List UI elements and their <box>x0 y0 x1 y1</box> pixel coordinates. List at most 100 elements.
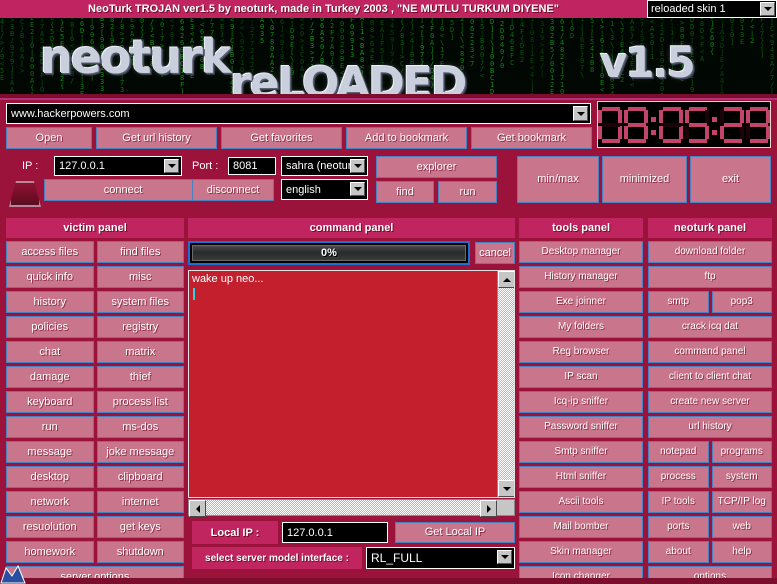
minimized-button[interactable]: minimized <box>602 156 687 203</box>
server-model-dropdown[interactable]: RL_FULL <box>366 547 515 569</box>
ip-label: IP : <box>22 160 39 172</box>
neoturk-button-ports[interactable]: ports <box>648 516 709 538</box>
victim-button-keyboard[interactable]: keyboard <box>6 391 94 413</box>
ip-input[interactable]: 127.0.0.1 <box>54 156 182 176</box>
victim-button-access-files[interactable]: access files <box>6 241 94 263</box>
port-input[interactable]: 8081 <box>228 157 276 175</box>
tools-button-reg-browser[interactable]: Reg browser <box>519 341 643 363</box>
victim-button-network[interactable]: network <box>6 491 94 513</box>
skin-selector-dropdown[interactable]: reloaded skin 1 <box>647 0 777 18</box>
tools-button-ip-scan[interactable]: IP scan <box>519 366 643 388</box>
tools-button-html-sniffer[interactable]: Html sniffer <box>519 466 643 488</box>
neoturk-button-ip-tools[interactable]: IP tools <box>648 491 709 513</box>
neoturk-button-process[interactable]: process <box>648 466 709 488</box>
neoturk-button-help[interactable]: help <box>711 541 772 563</box>
scroll-left-icon[interactable] <box>189 500 206 517</box>
victim-button-thief[interactable]: thief <box>96 366 184 388</box>
neoturk-button-web[interactable]: web <box>711 516 772 538</box>
tools-button-password-sniffer[interactable]: Password sniffer <box>519 416 643 438</box>
victim-button-policies[interactable]: policies <box>6 316 94 338</box>
tools-button-exe-joinner[interactable]: Exe joinner <box>519 291 643 313</box>
victim-button-find-files[interactable]: find files <box>96 241 184 263</box>
scroll-down-icon[interactable] <box>498 480 514 497</box>
victim-button-quick-info[interactable]: quick info <box>6 266 94 288</box>
cancel-button[interactable]: cancel <box>475 242 515 264</box>
tools-button-ascii-tools[interactable]: Ascii tools <box>519 491 643 513</box>
logo-text-version: v1.5 <box>600 38 696 87</box>
victim-button-internet[interactable]: internet <box>96 491 184 513</box>
victim-button-chat[interactable]: chat <box>6 341 94 363</box>
neoturk-button-url-history[interactable]: url history <box>648 416 772 438</box>
console-horizontal-scrollbar[interactable] <box>188 499 515 517</box>
run-button[interactable]: run <box>438 181 497 203</box>
victim-button-shutdown[interactable]: shutdown <box>96 541 184 563</box>
url-button-open[interactable]: Open <box>6 127 92 149</box>
victim-button-desktop[interactable]: desktop <box>6 466 94 488</box>
url-button-get-bookmark[interactable]: Get bookmark <box>471 127 592 149</box>
tools-button-icq-ip-sniffer[interactable]: Icq-ip sniffer <box>519 391 643 413</box>
chevron-down-icon[interactable] <box>164 159 179 173</box>
local-ip-input[interactable]: 127.0.0.1 <box>282 522 388 543</box>
neoturk-button-smtp[interactable]: smtp <box>648 291 709 313</box>
tools-button-my-folders[interactable]: My folders <box>519 316 643 338</box>
neoturk-button-notepad[interactable]: notepad <box>648 441 709 463</box>
neoturk-button-ftp[interactable]: ftp <box>648 266 772 288</box>
explorer-button[interactable]: explorer <box>376 156 497 178</box>
victim-button-system-files[interactable]: system files <box>96 291 184 313</box>
victim-button-matrix[interactable]: matrix <box>96 341 184 363</box>
console-vertical-scrollbar[interactable] <box>497 271 514 497</box>
neoturk-button-create-new-server[interactable]: create new server <box>648 391 772 413</box>
connect-button[interactable]: connect <box>44 179 202 201</box>
tools-panel: tools panel Desktop manager History manag… <box>519 218 643 584</box>
victim-button-run[interactable]: run <box>6 416 94 438</box>
chevron-down-icon[interactable] <box>497 550 512 564</box>
neoturk-button-download-folder[interactable]: download folder <box>648 241 772 263</box>
url-button-get-url-history[interactable]: Get url history <box>96 127 217 149</box>
tools-button-desktop-manager[interactable]: Desktop manager <box>519 241 643 263</box>
victim-button-clipboard[interactable]: clipboard <box>96 466 184 488</box>
neoturk-button-command-panel[interactable]: command panel <box>648 341 772 363</box>
url-button-get-favorites[interactable]: Get favorites <box>221 127 342 149</box>
clock-digit <box>597 106 622 143</box>
language-dropdown[interactable]: english <box>281 179 368 200</box>
tools-button-mail-bomber[interactable]: Mail bomber <box>519 516 643 538</box>
chevron-down-icon[interactable] <box>350 159 365 173</box>
victim-button-process-list[interactable]: process list <box>96 391 184 413</box>
victim-button-history[interactable]: history <box>6 291 94 313</box>
chevron-down-icon[interactable] <box>760 2 775 16</box>
neoturk-button-crack-icq-dat[interactable]: crack icq dat <box>648 316 772 338</box>
find-button[interactable]: find <box>376 181 434 203</box>
tools-button-history-manager[interactable]: History manager <box>519 266 643 288</box>
neoturk-button-about[interactable]: about <box>648 541 709 563</box>
victim-button-misc[interactable]: misc <box>96 266 184 288</box>
tools-button-smtp-sniffer[interactable]: Smtp sniffer <box>519 441 643 463</box>
disconnect-button[interactable]: disconnect <box>192 179 274 201</box>
exit-button[interactable]: exit <box>690 156 771 203</box>
chevron-down-icon[interactable] <box>350 182 365 196</box>
skin-theme-dropdown[interactable]: sahra (neotur <box>281 156 368 176</box>
neoturk-button-client-to-client-chat[interactable]: client to client chat <box>648 366 772 388</box>
victim-button-joke-message[interactable]: joke message <box>96 441 184 463</box>
tools-button-skin-manager[interactable]: Skin manager <box>519 541 643 563</box>
url-button-add-to-bookmark[interactable]: Add to bookmark <box>346 127 467 149</box>
neoturk-button-pop3[interactable]: pop3 <box>711 291 772 313</box>
get-local-ip-button[interactable]: Get Local IP <box>395 522 515 543</box>
neoturk-button-tcp-ip-log[interactable]: TCP/IP log <box>711 491 772 513</box>
url-input[interactable]: www.hackerpowers.com <box>6 103 591 124</box>
victim-button-damage[interactable]: damage <box>6 366 94 388</box>
victim-button-registry[interactable]: registry <box>96 316 184 338</box>
port-input-value: 8081 <box>233 160 258 172</box>
victim-button-ms-dos[interactable]: ms-dos <box>96 416 184 438</box>
neoturk-button-system[interactable]: system <box>711 466 772 488</box>
victim-button-resuolution[interactable]: resuolution <box>6 516 94 538</box>
clock-digit <box>720 106 745 143</box>
victim-button-get-keys[interactable]: get keys <box>96 516 184 538</box>
minmax-button[interactable]: min/max <box>517 156 599 203</box>
scroll-up-icon[interactable] <box>498 271 514 288</box>
scroll-right-icon[interactable] <box>480 500 497 517</box>
victim-button-message[interactable]: message <box>6 441 94 463</box>
chevron-down-icon[interactable] <box>573 106 588 121</box>
neoturk-button-programs[interactable]: programs <box>711 441 772 463</box>
console-output[interactable]: wake up neo... <box>188 270 515 498</box>
victim-button-homework[interactable]: homework <box>6 541 94 563</box>
